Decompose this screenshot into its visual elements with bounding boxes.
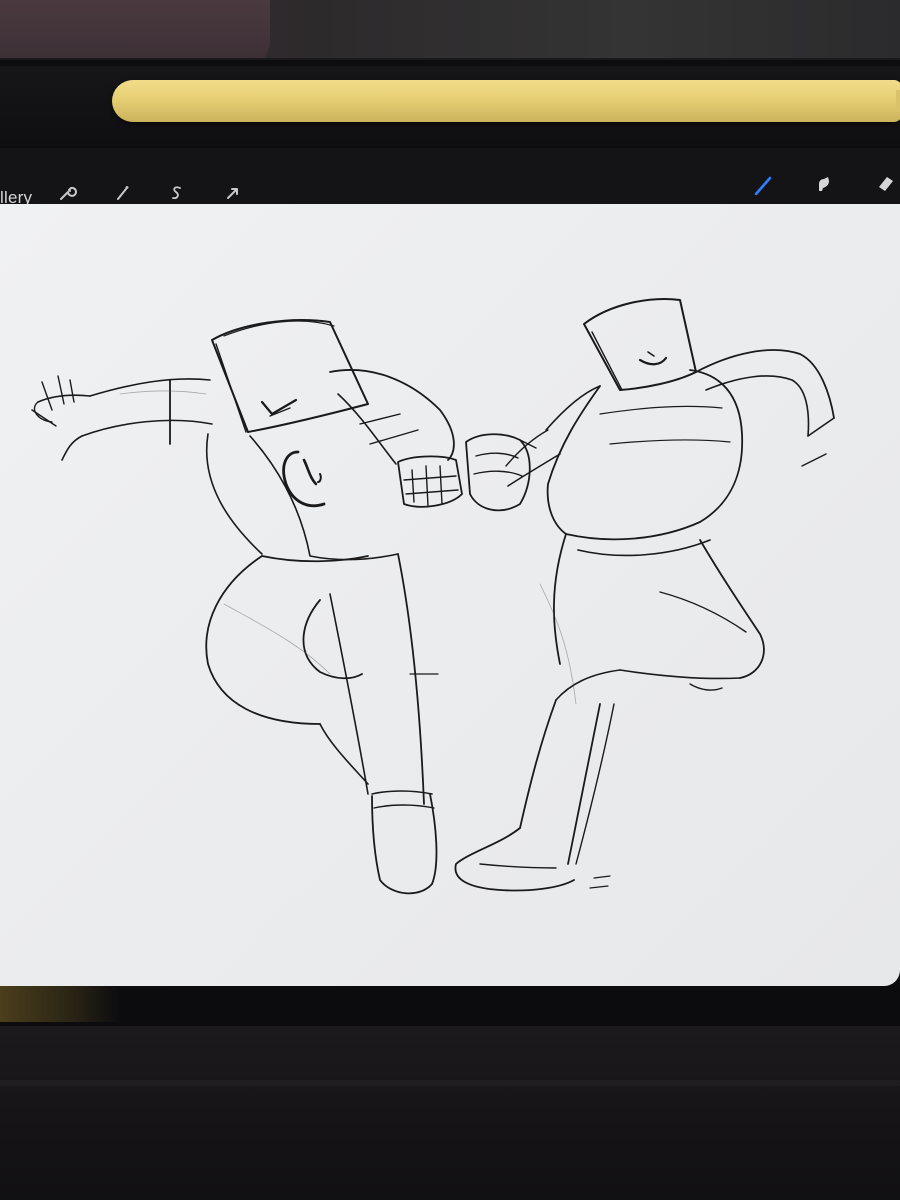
tablet-bottom-bezel: [0, 986, 900, 1026]
smudge-icon[interactable]: [810, 170, 836, 196]
bezel-reflection: [0, 986, 120, 1022]
brush-icon[interactable]: [750, 172, 776, 198]
selection-icon[interactable]: [164, 180, 190, 206]
photo-scene: llery: [0, 0, 900, 1200]
magic-wand-icon[interactable]: [110, 180, 136, 206]
sketch-drawing: [31, 298, 835, 895]
left-figure: [31, 319, 463, 895]
eraser-icon[interactable]: [872, 170, 898, 196]
drawing-canvas[interactable]: [0, 204, 900, 986]
stylus-pencil: [112, 80, 900, 122]
right-figure: [454, 298, 835, 892]
wrench-icon[interactable]: [54, 180, 80, 206]
stylus-tip: [896, 90, 900, 112]
transform-arrow-icon[interactable]: [220, 180, 246, 206]
couch-surface: [0, 1026, 900, 1200]
couch-fold: [0, 1080, 900, 1086]
guide-strokes: [119, 390, 577, 705]
